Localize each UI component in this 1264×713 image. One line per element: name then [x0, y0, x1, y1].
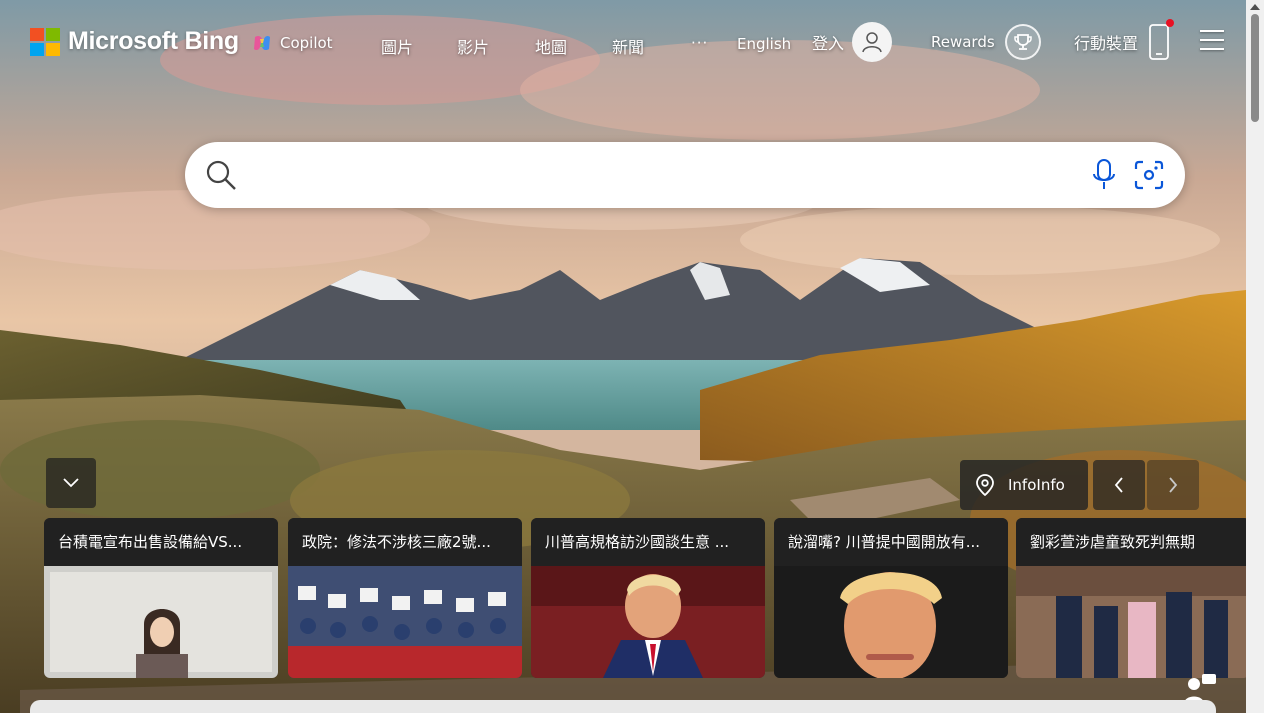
nav-copilot[interactable]: Copilot — [252, 33, 333, 53]
news-card-title[interactable]: 政院：修法不涉核三廠2號... — [288, 518, 522, 566]
scroll-up-icon[interactable] — [1250, 4, 1260, 10]
signin-button[interactable]: 登入 — [812, 22, 893, 62]
bing-logo[interactable]: Microsoft Bing — [30, 27, 239, 56]
news-card[interactable]: 台積電宣布出售設備給VS... — [44, 518, 278, 678]
news-card-image[interactable] — [531, 566, 765, 678]
news-card-image[interactable] — [1016, 566, 1246, 678]
news-carousel: 台積電宣布出售設備給VS... 政院：修法不涉核三廠2號... 川普高規格訪沙國… — [44, 518, 1246, 680]
language-switch[interactable]: English — [737, 35, 791, 53]
top-header: Microsoft Bing Copilot 圖片 影片 地圖 新聞 ··· E… — [0, 0, 1246, 80]
phone-icon — [1146, 19, 1175, 62]
news-card[interactable]: 政院：修法不涉核三廠2號... — [288, 518, 522, 678]
mobile-label: 行動裝置 — [1074, 34, 1139, 53]
news-card-title[interactable]: 說溜嘴? 川普提中國開放有... — [774, 518, 1008, 566]
hamburger-menu-icon[interactable] — [1200, 30, 1226, 54]
signin-label: 登入 — [812, 34, 845, 53]
news-card-image[interactable] — [288, 566, 522, 678]
news-card-title[interactable]: 劉彩萱涉虐童致死判無期 — [1016, 518, 1246, 566]
news-card[interactable]: 劉彩萱涉虐童致死判無期 — [1016, 518, 1246, 678]
nav-more-button[interactable]: ··· — [691, 34, 708, 52]
image-info-label: InfoInfo — [1008, 476, 1065, 494]
nav-maps[interactable]: 地圖 — [535, 34, 567, 58]
nav-images[interactable]: 圖片 — [381, 34, 413, 58]
chevron-right-icon — [1169, 477, 1178, 493]
next-image-button[interactable] — [1147, 460, 1199, 510]
search-box — [185, 142, 1185, 208]
chevron-down-icon — [63, 478, 79, 488]
scroll-thumb[interactable] — [1251, 14, 1259, 122]
nav-videos[interactable]: 影片 — [457, 34, 489, 58]
image-info-button[interactable]: InfoInfo — [960, 460, 1088, 510]
microsoft-logo-icon — [30, 27, 60, 56]
nav-news[interactable]: 新聞 — [612, 34, 644, 58]
page-scrollbar[interactable] — [1246, 0, 1264, 713]
location-pin-icon — [976, 474, 994, 496]
search-icon[interactable] — [205, 159, 237, 191]
news-card-title[interactable]: 川普高規格訪沙國談生意 ... — [531, 518, 765, 566]
news-card[interactable]: 說溜嘴? 川普提中國開放有... — [774, 518, 1008, 678]
microphone-icon[interactable] — [1091, 158, 1117, 192]
feed-panel-edge — [30, 700, 1216, 713]
rewards-button[interactable]: Rewards — [931, 24, 1041, 60]
search-input[interactable] — [245, 158, 1081, 192]
trophy-icon — [1004, 24, 1041, 60]
user-avatar-icon — [852, 22, 893, 62]
copilot-icon — [254, 35, 270, 51]
news-card-title[interactable]: 台積電宣布出售設備給VS... — [44, 518, 278, 566]
visual-search-icon[interactable] — [1133, 159, 1165, 191]
notification-dot — [1166, 19, 1175, 27]
previous-image-button[interactable] — [1093, 460, 1145, 510]
collapse-feed-button[interactable] — [46, 458, 96, 508]
mobile-button[interactable]: 行動裝置 — [1074, 19, 1175, 62]
news-card-image[interactable] — [774, 566, 1008, 678]
chevron-left-icon — [1114, 477, 1123, 493]
logo-text: Microsoft Bing — [68, 27, 239, 55]
news-card[interactable]: 川普高規格訪沙國談生意 ... — [531, 518, 765, 678]
copilot-label: Copilot — [280, 34, 333, 52]
rewards-label: Rewards — [931, 33, 995, 51]
news-card-image[interactable] — [44, 566, 278, 678]
